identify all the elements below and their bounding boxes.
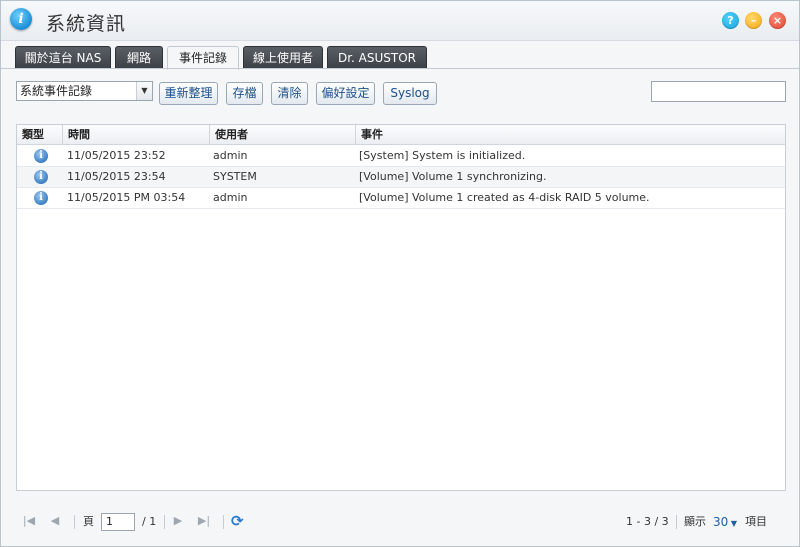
minimize-icon[interactable]: –	[745, 12, 762, 29]
row-event: [System] System is initialized.	[359, 149, 526, 162]
column-header-time[interactable]: 時間	[63, 125, 210, 145]
help-icon[interactable]: ?	[722, 12, 739, 29]
chevron-down-icon: ▼	[728, 519, 737, 528]
per-page-value: 30	[713, 515, 729, 529]
pager-divider	[164, 515, 165, 529]
log-type-selected: 系統事件記錄	[20, 84, 93, 98]
items-label: 項目	[745, 515, 767, 528]
per-page-select[interactable]: 30 ▼	[713, 514, 737, 532]
tab-online-users[interactable]: 線上使用者	[243, 46, 323, 69]
table-row[interactable]: i 11/05/2015 23:54 SYSTEM [Volume] Volum…	[17, 167, 785, 188]
total-pages: / 1	[142, 515, 157, 528]
close-icon[interactable]: ×	[769, 12, 786, 29]
save-button[interactable]: 存檔	[226, 82, 263, 105]
refresh-button[interactable]: 重新整理	[159, 82, 218, 105]
system-info-window: i 系統資訊 ? – × 關於這台 NAS 網路 事件記錄 線上使用者 Dr. …	[0, 0, 800, 547]
tab-network[interactable]: 網路	[115, 46, 163, 69]
page-label: 頁	[83, 515, 94, 528]
info-icon: i	[34, 170, 48, 184]
page-number-input[interactable]: 1	[101, 513, 135, 531]
tab-event-log[interactable]: 事件記錄	[167, 46, 239, 70]
toolbar: 系統事件記錄 ▼ 重新整理 存檔 清除 偏好設定 Syslog	[1, 69, 799, 119]
pager-divider	[223, 515, 224, 529]
last-page-icon[interactable]: ▶|	[197, 513, 211, 529]
row-time: 11/05/2015 23:54	[67, 170, 166, 183]
table-row[interactable]: i 11/05/2015 23:52 admin [System] System…	[17, 146, 785, 167]
title-bar[interactable]: i 系統資訊 ? – ×	[1, 1, 799, 41]
clear-button[interactable]: 清除	[271, 82, 308, 105]
next-page-icon[interactable]: ▶	[171, 513, 185, 529]
log-type-select[interactable]: 系統事件記錄 ▼	[16, 81, 153, 101]
row-user: admin	[213, 191, 248, 204]
event-log-table: 類型 時間 使用者 事件 i 11/05/2015 23:52 admin [S…	[16, 124, 786, 491]
pager-divider	[676, 515, 677, 529]
row-time: 11/05/2015 PM 03:54	[67, 191, 186, 204]
info-icon: i	[34, 149, 48, 163]
row-time: 11/05/2015 23:52	[67, 149, 166, 162]
record-range: 1 - 3 / 3	[626, 515, 669, 528]
column-header-user[interactable]: 使用者	[210, 125, 356, 145]
search-input[interactable]	[651, 81, 786, 102]
row-event: [Volume] Volume 1 created as 4-disk RAID…	[359, 191, 650, 204]
row-event: [Volume] Volume 1 synchronizing.	[359, 170, 547, 183]
previous-page-icon[interactable]: ◀	[48, 513, 62, 529]
syslog-button[interactable]: Syslog	[383, 82, 437, 105]
pager-divider	[74, 515, 75, 529]
column-header-event[interactable]: 事件	[356, 125, 785, 145]
chevron-down-icon[interactable]: ▼	[136, 82, 152, 100]
pagination-bar: |◀ ◀ 頁 1 / 1 ▶ ▶| ⟳ 1 - 3 / 3 顯示 30 ▼ 項目	[1, 509, 799, 537]
window-title: 系統資訊	[46, 13, 127, 35]
tab-dr-asustor[interactable]: Dr. ASUSTOR	[327, 46, 427, 69]
tab-about-nas[interactable]: 關於這台 NAS	[15, 46, 111, 69]
info-icon: i	[34, 191, 48, 205]
info-icon: i	[10, 8, 32, 30]
show-label: 顯示	[684, 515, 706, 528]
row-user: SYSTEM	[213, 170, 257, 183]
preferences-button[interactable]: 偏好設定	[316, 82, 375, 105]
tab-bar: 關於這台 NAS 網路 事件記錄 線上使用者 Dr. ASUSTOR	[1, 42, 799, 70]
first-page-icon[interactable]: |◀	[22, 513, 36, 529]
table-header: 類型 時間 使用者 事件	[17, 125, 785, 145]
column-header-type[interactable]: 類型	[17, 125, 63, 145]
table-row[interactable]: i 11/05/2015 PM 03:54 admin [Volume] Vol…	[17, 188, 785, 209]
refresh-icon[interactable]: ⟳	[231, 512, 247, 530]
row-user: admin	[213, 149, 248, 162]
